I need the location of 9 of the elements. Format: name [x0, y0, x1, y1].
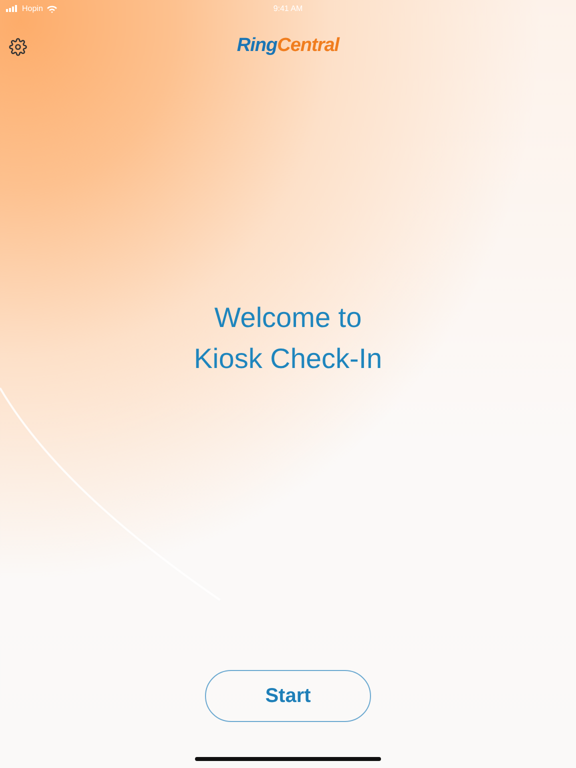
wifi-icon [46, 4, 57, 12]
signal-icon [6, 5, 18, 12]
status-time: 9:41 AM [273, 4, 303, 13]
welcome-text: Kiosk Check-In [194, 344, 382, 374]
settings-icon[interactable] [9, 38, 27, 56]
welcome-text: Welcome to [214, 302, 362, 334]
carrier-name: Hopin [22, 4, 43, 13]
brand-logo: RingCentral [236, 35, 340, 57]
start-button[interactable]: Start [205, 670, 371, 722]
